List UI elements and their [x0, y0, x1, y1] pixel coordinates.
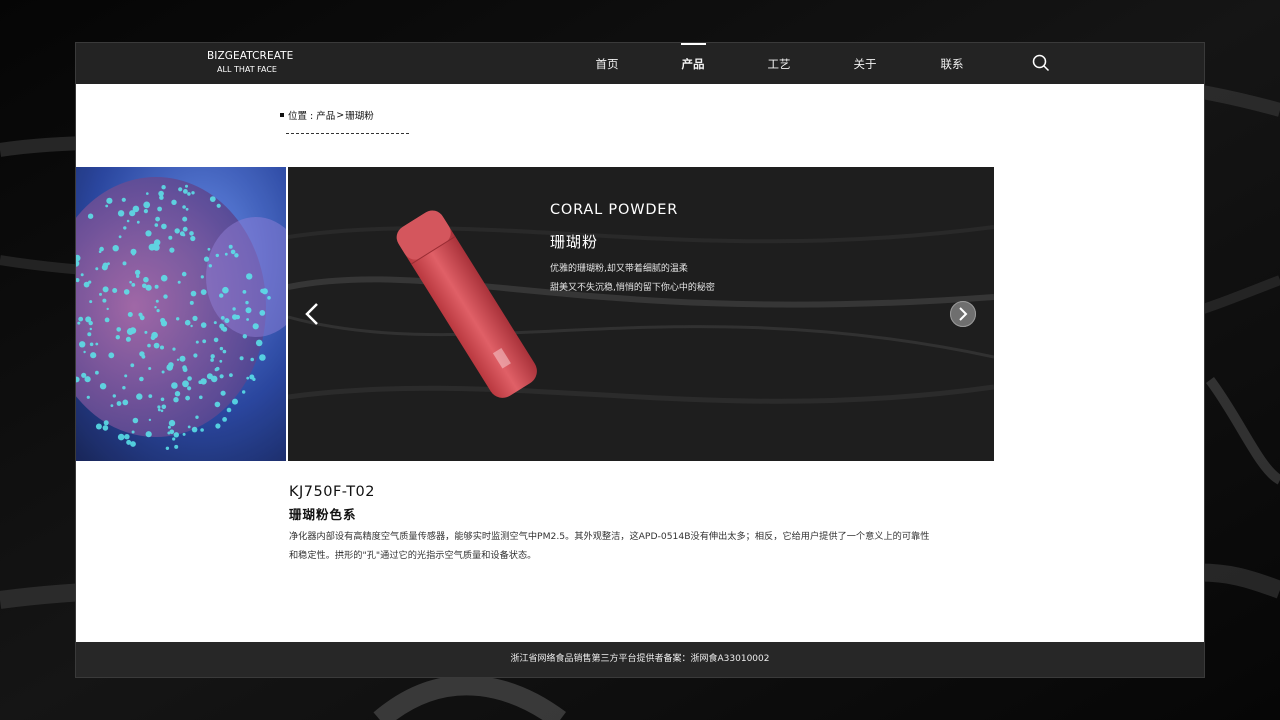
main-frame: BIZGEATCREATE ALL THAT FACE 首页 产品 工艺 关于 … — [75, 42, 1205, 678]
footer: 浙江省网络食品销售第三方平台提供者备案：浙网食A33010002 — [76, 642, 1204, 677]
product-description-line: 净化器内部设有高精度空气质量传感器，能够实时监测空气中PM2.5。其外观整洁，这… — [289, 531, 930, 542]
nav-contact[interactable]: 联系 — [927, 56, 977, 72]
nav-home[interactable]: 首页 — [582, 56, 632, 72]
breadcrumb-separator: > — [336, 109, 345, 121]
product-carousel: CORAL POWDER 珊瑚粉 优雅的珊瑚粉,却又带着细腻的温柔 甜美又不失沉… — [288, 167, 994, 461]
breadcrumb-bullet-icon — [280, 113, 284, 117]
banner-desc-line: 甜美又不失沉稳,悄悄的留下你心中的秘密 — [550, 283, 715, 293]
product-description-line: 和稳定性。拱形的"孔"通过它的光指示空气质量和设备状态。 — [289, 550, 537, 561]
chevron-left-icon[interactable] — [302, 301, 322, 327]
nav-about[interactable]: 关于 — [840, 56, 890, 72]
logo-sub-text: ALL THAT FACE — [217, 65, 277, 74]
breadcrumb: 位置 : 产品 > 珊瑚粉 — [280, 108, 374, 122]
chevron-right-circle-icon[interactable] — [950, 301, 976, 327]
logo-main-text: BIZGEATCREATE — [207, 50, 294, 62]
banner-title-en: CORAL POWDER — [550, 202, 679, 218]
breadcrumb-item-products[interactable]: 产品 — [316, 108, 335, 122]
search-icon[interactable] — [1032, 54, 1050, 72]
coral-image — [76, 167, 286, 461]
top-navbar: BIZGEATCREATE ALL THAT FACE 首页 产品 工艺 关于 … — [76, 43, 1204, 84]
breadcrumb-divider — [286, 133, 409, 134]
site-logo[interactable]: BIZGEATCREATE ALL THAT FACE — [207, 50, 294, 76]
nav-craft[interactable]: 工艺 — [754, 56, 804, 72]
breadcrumb-item-coral[interactable]: 珊瑚粉 — [345, 108, 374, 122]
footer-record-text: 浙江省网络食品销售第三方平台提供者备案：浙网食A33010002 — [510, 654, 770, 664]
breadcrumb-prefix: 位置 : — [288, 111, 314, 122]
nav-active-indicator — [681, 43, 706, 45]
banner-desc-line: 优雅的珊瑚粉,却又带着细腻的温柔 — [550, 264, 688, 274]
banner-title-cn: 珊瑚粉 — [550, 233, 599, 251]
coral-bottle-image — [396, 210, 537, 398]
product-model: KJ750F-T02 — [289, 484, 376, 500]
nav-products[interactable]: 产品 — [668, 56, 718, 72]
product-series: 珊瑚粉色系 — [289, 507, 357, 522]
